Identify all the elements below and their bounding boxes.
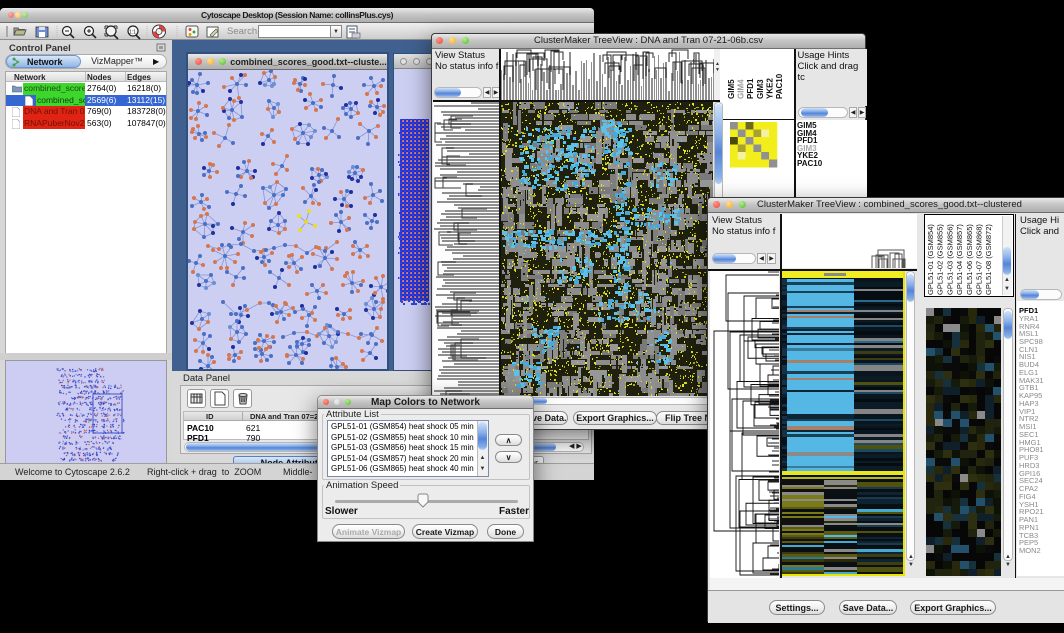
svg-text:GPL51-06 (GSM865): GPL51-06 (GSM865) <box>965 224 974 295</box>
svg-text:PAC10: PAC10 <box>775 73 784 99</box>
svg-text:GPL51-04 (GSM857): GPL51-04 (GSM857) <box>955 224 964 295</box>
svg-text:PFD1: PFD1 <box>746 78 755 99</box>
svg-text:GPL51-03 (GSM856): GPL51-03 (GSM856) <box>945 224 954 295</box>
svg-text:YKE2: YKE2 <box>765 78 774 99</box>
svg-text:1:1: 1:1 <box>129 30 136 36</box>
svg-text:GIM4: GIM4 <box>737 79 746 99</box>
svg-text:GPL51-02 (GSM855): GPL51-02 (GSM855) <box>936 224 945 295</box>
svg-text:GPL51-08 (GSM872): GPL51-08 (GSM872) <box>984 224 993 295</box>
svg-text:GIM3: GIM3 <box>756 79 765 99</box>
svg-text:GPL51-01 (GSM854): GPL51-01 (GSM854) <box>926 224 935 295</box>
svg-text:GPL51-07 (GSM868): GPL51-07 (GSM868) <box>975 224 984 295</box>
svg-text:GIM5: GIM5 <box>727 79 736 99</box>
